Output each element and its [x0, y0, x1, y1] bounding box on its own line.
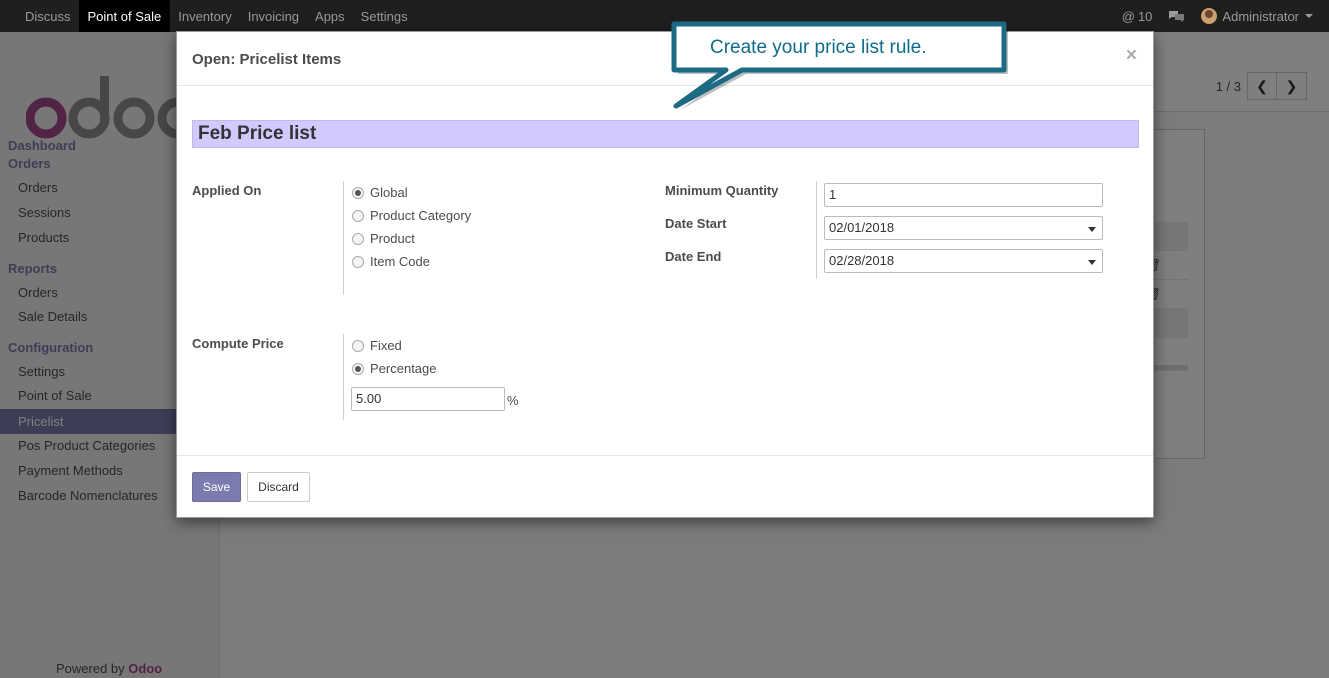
nav-invoicing[interactable]: Invoicing	[240, 0, 307, 32]
date-end-value: 02/28/2018	[829, 253, 895, 268]
top-navbar: Discuss Point of Sale Inventory Invoicin…	[0, 0, 1329, 32]
modal-footer: Save Discard	[177, 455, 1153, 519]
caret-down-icon	[1088, 227, 1096, 232]
mentions-count: 10	[1137, 8, 1153, 24]
percentage-input[interactable]: 5.00	[351, 387, 505, 411]
date-end-label: Date End	[665, 249, 722, 264]
chat-button[interactable]	[1168, 9, 1185, 23]
radio-applied-product-category[interactable]: Product Category	[352, 208, 471, 223]
radio-button[interactable]	[352, 362, 364, 375]
radio-label: Product	[370, 231, 415, 246]
date-end-picker[interactable]: 02/28/2018	[824, 249, 1103, 273]
user-name: Administrator	[1222, 8, 1299, 24]
chevron-down-icon	[1305, 14, 1313, 18]
tooltip-text: Create your price list rule.	[710, 37, 927, 58]
radio-compute-percentage[interactable]: Percentage	[352, 361, 437, 376]
close-icon[interactable]: ×	[1126, 45, 1137, 67]
radio-label: Product Category	[370, 208, 472, 223]
applied-on-label: Applied On	[192, 183, 262, 198]
nav-apps[interactable]: Apps	[307, 0, 353, 32]
radio-compute-fixed[interactable]: Fixed	[352, 338, 402, 353]
nav-point-of-sale[interactable]: Point of Sale	[78, 0, 171, 32]
nav-discuss[interactable]: Discuss	[17, 0, 79, 32]
discard-button[interactable]: Discard	[247, 472, 310, 502]
radio-button[interactable]	[352, 209, 364, 222]
chat-bubbles-icon	[1169, 11, 1185, 22]
radio-label: Global	[370, 185, 408, 200]
nav-settings[interactable]: Settings	[353, 0, 416, 32]
date-start-picker[interactable]: 02/01/2018	[824, 216, 1103, 240]
at-icon: @	[1121, 8, 1135, 24]
date-start-value: 02/01/2018	[829, 220, 895, 235]
radio-applied-product[interactable]: Product	[352, 231, 415, 246]
nav-inventory[interactable]: Inventory	[170, 0, 239, 32]
avatar	[1201, 8, 1218, 24]
save-button[interactable]: Save	[192, 472, 241, 502]
radio-label: Fixed	[370, 338, 402, 353]
pricelist-name-field[interactable]: Feb Price list	[192, 120, 1139, 148]
radio-button[interactable]	[352, 255, 364, 268]
app-menu: Discuss Point of Sale Inventory Invoicin…	[0, 0, 416, 32]
radio-applied-global[interactable]: Global	[352, 185, 408, 200]
radio-label: Item Code	[370, 254, 430, 269]
radio-button[interactable]	[352, 232, 364, 245]
mentions-indicator[interactable]: @ 10	[1122, 9, 1153, 24]
divider	[343, 334, 344, 420]
radio-button[interactable]	[352, 339, 364, 352]
tooltip-callout	[671, 21, 1008, 110]
systray: @ 10 Administrator	[1122, 0, 1329, 32]
divider	[343, 181, 344, 295]
caret-down-icon	[1088, 260, 1096, 265]
user-menu[interactable]: Administrator	[1201, 8, 1313, 24]
modal-title: Open: Pricelist Items	[192, 51, 342, 68]
radio-button[interactable]	[352, 186, 364, 199]
compute-price-label: Compute Price	[192, 336, 284, 351]
minimum-quantity-input[interactable]: 1	[824, 183, 1103, 207]
divider	[816, 181, 817, 279]
date-start-label: Date Start	[665, 216, 727, 231]
minimum-quantity-label: Minimum Quantity	[665, 183, 779, 198]
radio-applied-item-code[interactable]: Item Code	[352, 254, 430, 269]
percent-sign: %	[507, 393, 519, 408]
radio-label: Percentage	[370, 361, 437, 376]
